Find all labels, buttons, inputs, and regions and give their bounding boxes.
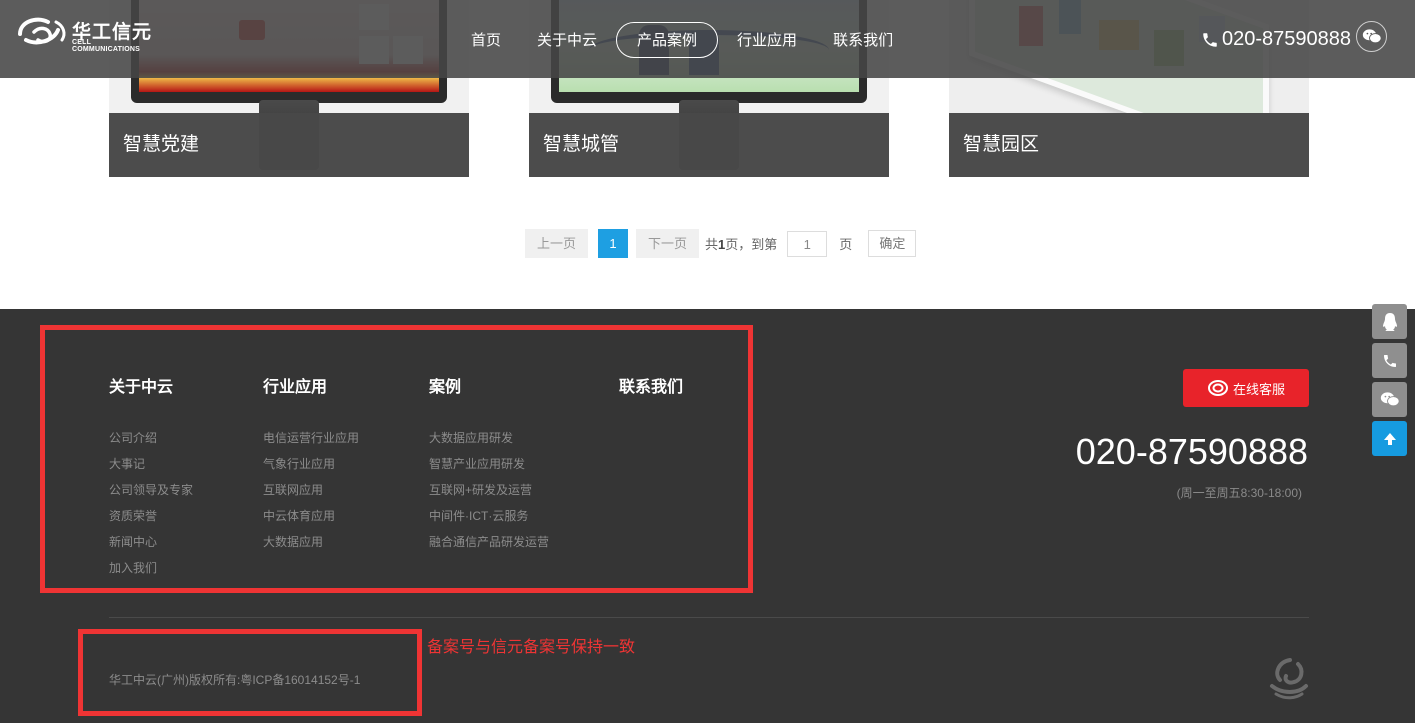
- page-jump-input[interactable]: 1: [787, 230, 828, 257]
- header-wechat-button[interactable]: [1356, 21, 1387, 52]
- online-service-label: 在线客服: [1232, 381, 1285, 397]
- footer-link[interactable]: 电信运营行业应用: [263, 425, 359, 451]
- footer-link[interactable]: 中云体育应用: [263, 503, 359, 529]
- footer-link[interactable]: 中间件·ICT·云服务: [429, 503, 549, 529]
- footer-column-title[interactable]: 关于中云: [109, 373, 193, 397]
- copyright-text: 华工中云(广州)版权所有:粤ICP备16014152号-1: [109, 673, 361, 687]
- logo[interactable]: 华工信元 CELL COMMUNICATIONS: [14, 14, 154, 54]
- footer-divider: [109, 617, 1309, 618]
- footer-link[interactable]: 大数据应用: [263, 529, 359, 555]
- footer-column-about: 关于中云 公司介绍 大事记 公司领导及专家 资质荣誉 新闻中心 加入我们: [109, 373, 193, 581]
- back-to-top-button[interactable]: [1372, 421, 1407, 456]
- annotation-note: 备案号与信元备案号保持一致: [427, 639, 636, 656]
- footer-link[interactable]: 大数据应用研发: [429, 425, 549, 451]
- footer-link[interactable]: 智慧产业应用研发: [429, 451, 549, 477]
- online-service-button[interactable]: 在线客服: [1183, 369, 1309, 407]
- footer-column-cases: 案例 大数据应用研发 智慧产业应用研发 互联网+研发及运营 中间件·ICT·云服…: [429, 373, 549, 555]
- qq-icon: [1382, 312, 1397, 331]
- footer-column-title[interactable]: 联系我们: [619, 373, 683, 397]
- footer-link[interactable]: 资质荣誉: [109, 503, 193, 529]
- footer-column-title[interactable]: 案例: [429, 373, 549, 397]
- case-title: 智慧园区: [949, 113, 1309, 177]
- work-hours: (周一至周五8:30-18:00): [1176, 486, 1302, 500]
- footer-link[interactable]: 大事记: [109, 451, 193, 477]
- page-total-text: 共1页，到第: [705, 237, 778, 252]
- service-icon: [1207, 380, 1228, 396]
- phone-icon: [1383, 354, 1396, 367]
- logo-mark-icon: [18, 17, 66, 45]
- wechat-icon: [1380, 392, 1400, 407]
- phone-icon: [1203, 32, 1217, 47]
- top-navbar: 华工信元 CELL COMMUNICATIONS 首页 关于中云 产品案例 行业…: [0, 0, 1415, 78]
- page-number-current[interactable]: 1: [598, 229, 629, 258]
- nav-cases[interactable]: 产品案例: [616, 22, 719, 58]
- footer-link[interactable]: 公司领导及专家: [109, 477, 193, 503]
- pagination: 上一页 1 下一页 共1页，到第 1 页 确定: [525, 229, 917, 258]
- phone-button[interactable]: [1372, 343, 1407, 378]
- header-phone-number: 020-87590888: [1222, 28, 1352, 50]
- footer-column-contact: 联系我们: [619, 373, 683, 425]
- footer: 关于中云 公司介绍 大事记 公司领导及专家 资质荣誉 新闻中心 加入我们 行业应…: [0, 309, 1415, 723]
- nav-about[interactable]: 关于中云: [520, 22, 614, 58]
- floating-toolbar: [1372, 304, 1407, 460]
- page-unit-label: 页: [839, 237, 853, 252]
- footer-column-industry: 行业应用 电信运营行业应用 气象行业应用 互联网应用 中云体育应用 大数据应用: [263, 373, 359, 555]
- prev-page-button[interactable]: 上一页: [525, 229, 589, 258]
- next-page-button[interactable]: 下一页: [636, 229, 700, 258]
- footer-phone: 020-87590888: [1075, 431, 1308, 472]
- footer-link[interactable]: 新闻中心: [109, 529, 193, 555]
- nav-home[interactable]: 首页: [454, 22, 518, 58]
- footer-link[interactable]: 互联网应用: [263, 477, 359, 503]
- qq-button[interactable]: [1372, 304, 1407, 339]
- case-title: 智慧城管: [529, 113, 889, 177]
- footer-link[interactable]: 加入我们: [109, 555, 193, 581]
- arrow-up-icon: [1383, 432, 1396, 445]
- footer-link[interactable]: 互联网+研发及运营: [429, 477, 549, 503]
- nav-industry[interactable]: 行业应用: [720, 22, 814, 58]
- footer-column-title[interactable]: 行业应用: [263, 373, 359, 397]
- logo-text-en: CELL COMMUNICATIONS: [72, 39, 140, 53]
- page-confirm-button[interactable]: 确定: [868, 230, 917, 257]
- footer-logo-icon: [1270, 658, 1308, 700]
- nav-contact[interactable]: 联系我们: [816, 22, 910, 58]
- footer-link[interactable]: 公司介绍: [109, 425, 193, 451]
- wechat-button[interactable]: [1372, 382, 1407, 417]
- case-title: 智慧党建: [109, 113, 469, 177]
- wechat-icon: [1362, 29, 1382, 44]
- footer-link[interactable]: 气象行业应用: [263, 451, 359, 477]
- footer-link[interactable]: 融合通信产品研发运营: [429, 529, 549, 555]
- main-nav: 首页 关于中云 产品案例 行业应用 联系我们: [454, 22, 912, 58]
- header-phone[interactable]: 020-87590888: [1201, 28, 1351, 51]
